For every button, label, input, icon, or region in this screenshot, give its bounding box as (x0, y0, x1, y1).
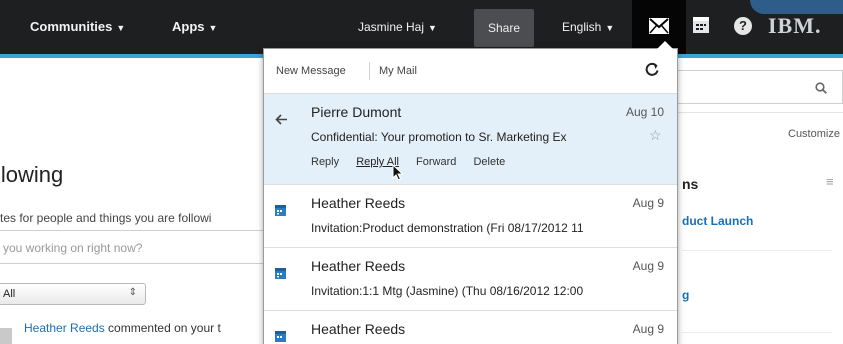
panel-link[interactable]: duct Launch (682, 214, 753, 228)
user-name: Jasmine Haj (358, 20, 425, 34)
filter-value: All (3, 288, 16, 300)
chevron-down-icon: ▼ (208, 23, 218, 33)
reply-link[interactable]: Reply (311, 156, 339, 168)
popup-notch (657, 41, 673, 49)
status-update-input[interactable]: you working on right now? (0, 230, 264, 264)
customize-link[interactable]: Customize (788, 128, 840, 140)
language-menu[interactable]: English ▼ (562, 0, 614, 54)
star-icon[interactable]: ☆ (649, 127, 662, 144)
chevron-down-icon: ▼ (428, 23, 437, 33)
user-menu[interactable]: Jasmine Haj ▼ (358, 0, 437, 54)
mail-actions: Reply Reply All Forward Delete (311, 156, 519, 168)
mail-item[interactable]: Heather Reeds Aug 9 Invitation:Product d… (264, 185, 677, 248)
search-icon[interactable] (815, 82, 827, 94)
filter-select[interactable]: All ⇕ (0, 283, 146, 305)
mail-sender: Pierre Dumont (311, 104, 402, 120)
divider (369, 62, 370, 80)
mouse-cursor-icon (392, 163, 404, 186)
new-message-link[interactable]: New Message (276, 65, 346, 77)
search-input[interactable] (663, 70, 843, 104)
mail-sender: Heather Reeds (311, 195, 406, 211)
calendar-invite-icon (275, 203, 286, 221)
communities-label: Communities (30, 19, 113, 34)
mail-dropdown: New Message My Mail Pierre Dumont Aug 10… (263, 41, 678, 344)
calendar-invite-icon (275, 329, 286, 344)
panel-menu-icon[interactable]: ≡ (826, 174, 834, 189)
apps-menu[interactable]: Apps ▼ (172, 0, 217, 54)
divider (676, 112, 843, 113)
text-fade (581, 126, 631, 146)
page-title: llowing (0, 162, 64, 187)
my-mail-link[interactable]: My Mail (379, 65, 417, 77)
calendar-icon[interactable] (693, 17, 709, 38)
apps-label: Apps (172, 19, 205, 34)
page-description: tes for people and things you are follow… (0, 211, 212, 225)
activity-author-link[interactable]: Heather Reeds (24, 321, 105, 335)
select-arrows-icon: ⇕ (128, 287, 137, 298)
activity-text: commented on your t (104, 321, 221, 335)
avatar (0, 328, 12, 344)
mail-date: Aug 10 (625, 105, 664, 119)
panel-link[interactable]: g (682, 288, 689, 302)
delete-link[interactable]: Delete (473, 156, 505, 168)
help-icon[interactable]: ? (734, 17, 752, 35)
language-label: English (562, 20, 602, 34)
mail-item[interactable]: Heather Reeds Aug 9 Invitation:1:1 Mtg (… (264, 248, 677, 311)
panel-title: ns (682, 176, 699, 192)
mail-item-selected[interactable]: Pierre Dumont Aug 10 Confidential: Your … (264, 94, 677, 185)
text-fade (581, 217, 631, 237)
ibm-logo: IBM. (768, 13, 822, 38)
share-button[interactable]: Share (474, 9, 534, 47)
divider (682, 250, 832, 251)
mail-date: Aug 9 (632, 196, 664, 210)
mail-icon (649, 18, 669, 34)
mail-sender: Heather Reeds (311, 321, 406, 337)
calendar-invite-icon (275, 266, 286, 284)
mail-date: Aug 9 (632, 259, 664, 273)
chevron-down-icon: ▼ (116, 23, 126, 33)
forward-link[interactable]: Forward (416, 156, 456, 168)
chevron-down-icon: ▼ (605, 23, 615, 33)
activity-entry: Heather Reeds commented on your t (24, 321, 221, 335)
communities-menu[interactable]: Communities ▼ (30, 0, 125, 54)
back-arrow-icon[interactable] (275, 112, 288, 130)
mail-item[interactable]: Heather Reeds Aug 9 (264, 311, 677, 344)
corner-decoration (750, 0, 843, 14)
mail-dropdown-header: New Message My Mail (264, 49, 677, 94)
mail-date: Aug 9 (632, 322, 664, 336)
divider (682, 332, 832, 333)
mail-sender: Heather Reeds (311, 258, 406, 274)
text-fade (581, 280, 631, 300)
right-panel (676, 162, 843, 344)
refresh-icon[interactable] (645, 62, 659, 81)
